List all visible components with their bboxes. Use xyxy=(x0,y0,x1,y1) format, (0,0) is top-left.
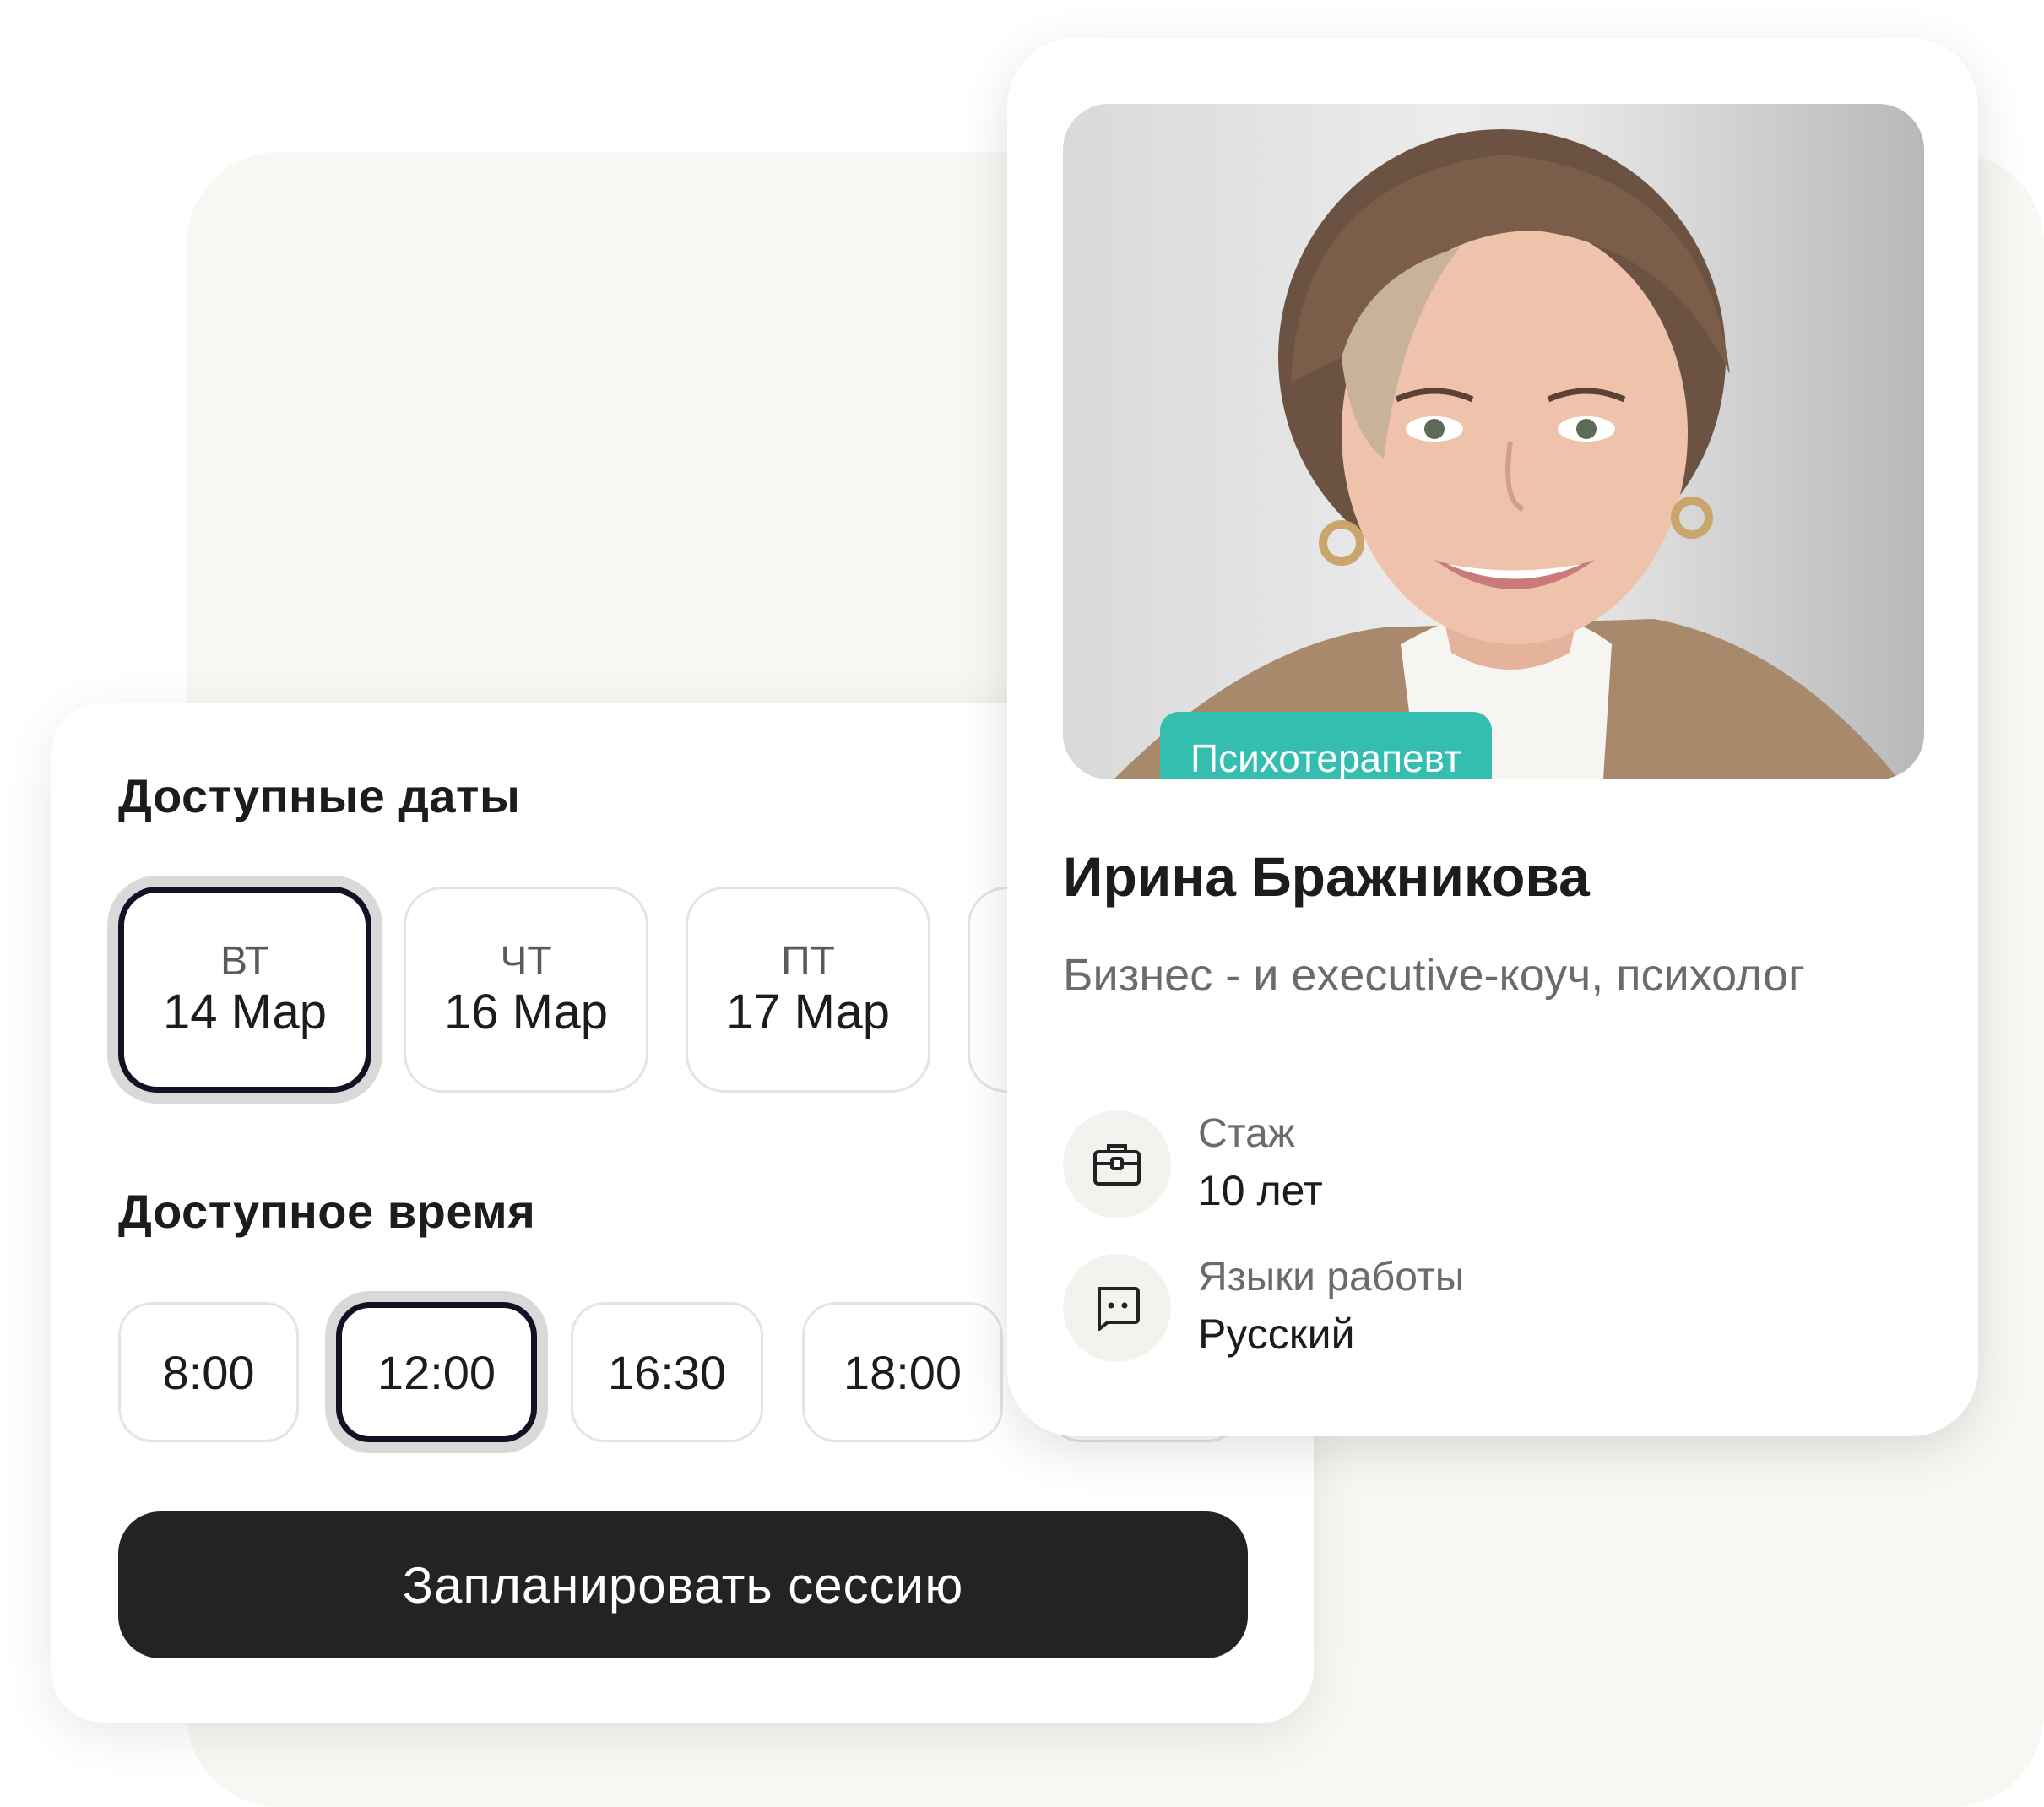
specialist-description: Бизнес - и executive-коуч, психолог xyxy=(1063,950,1805,1001)
time-chip-selected[interactable]: 12:00 xyxy=(336,1302,537,1442)
specialist-profile-card: Психотерапевт Ирина Бражникова Бизнес - … xyxy=(1007,38,1978,1436)
specialty-tag: Психотерапевт xyxy=(1160,712,1493,779)
time-value: 8:00 xyxy=(162,1345,255,1399)
date-value: 16 Мар xyxy=(443,985,609,1040)
date-weekday: ЧТ xyxy=(500,939,552,985)
date-chip[interactable]: ЧТ 16 Мар xyxy=(404,887,648,1093)
languages-value: Русский xyxy=(1198,1310,1355,1358)
languages-label: Языки работы xyxy=(1198,1255,1465,1300)
date-value: 17 Мар xyxy=(725,985,891,1040)
schedule-session-button[interactable]: Запланировать сессию xyxy=(118,1511,1248,1658)
specialist-photo: Психотерапевт xyxy=(1063,104,1924,779)
date-weekday: ПТ xyxy=(781,939,835,985)
date-chip[interactable]: ПТ 17 Мар xyxy=(686,887,930,1093)
available-time-title: Доступное время xyxy=(118,1185,536,1238)
chat-bubble-icon xyxy=(1063,1254,1171,1362)
time-chip[interactable]: 8:00 xyxy=(118,1302,299,1442)
date-weekday: ВТ xyxy=(220,939,270,985)
time-value: 16:30 xyxy=(607,1345,727,1399)
specialist-name: Ирина Бражникова xyxy=(1063,845,1590,908)
time-chip[interactable]: 16:30 xyxy=(571,1302,763,1442)
date-chip-selected[interactable]: ВТ 14 Мар xyxy=(118,887,371,1093)
experience-value: 10 лет xyxy=(1198,1167,1323,1214)
briefcase-icon xyxy=(1063,1110,1171,1218)
date-value: 14 Мар xyxy=(162,985,328,1040)
experience-label: Стаж xyxy=(1198,1111,1295,1156)
time-value: 12:00 xyxy=(377,1345,496,1399)
available-dates-title: Доступные даты xyxy=(118,769,521,822)
time-value: 18:00 xyxy=(843,1345,962,1399)
time-chip[interactable]: 18:00 xyxy=(802,1302,1003,1442)
